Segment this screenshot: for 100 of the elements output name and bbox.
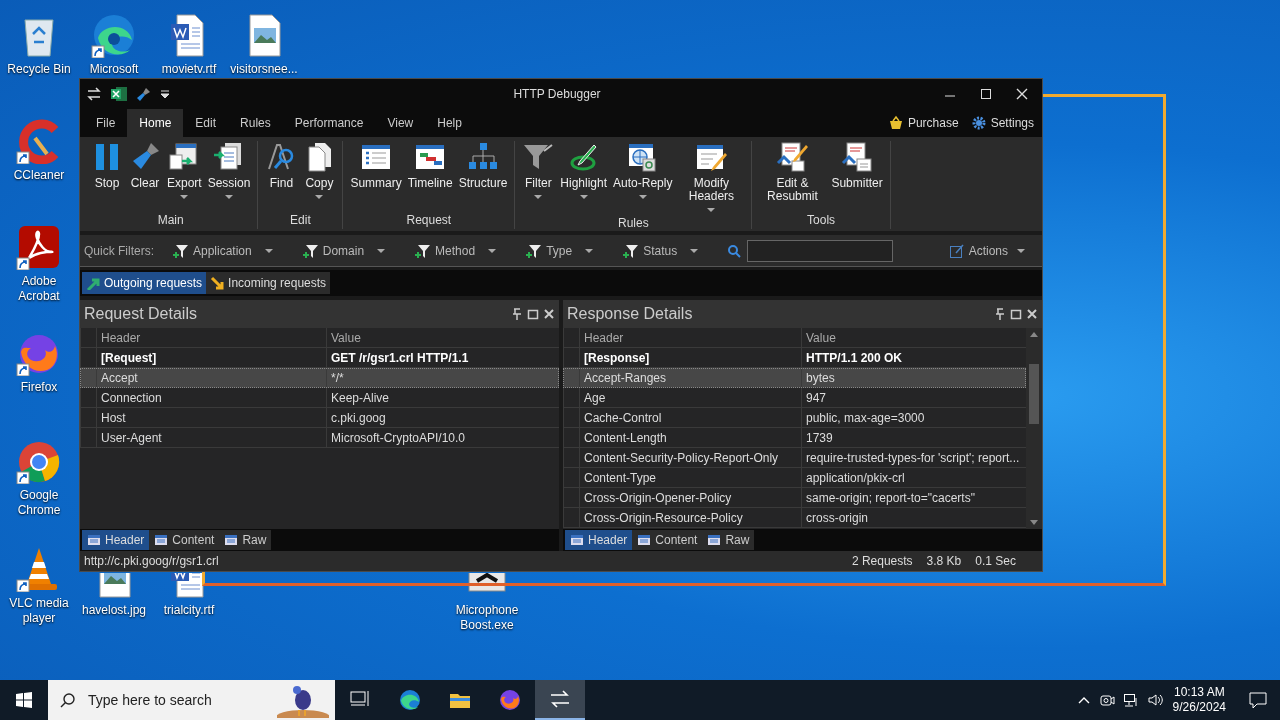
- menu-tab[interactable]: Rules: [228, 109, 283, 137]
- ribbon-button[interactable]: Auto-Reply: [610, 141, 676, 201]
- icon-label[interactable]: havelost.jpg: [81, 603, 146, 618]
- menu-tab[interactable]: Home: [127, 109, 184, 137]
- ribbon-button[interactable]: Session: [204, 141, 254, 201]
- scrollbar[interactable]: [1026, 328, 1042, 529]
- caret-icon: [1016, 246, 1026, 255]
- camera-icon[interactable]: [1098, 692, 1115, 708]
- search-field[interactable]: [747, 239, 894, 262]
- panel-tab[interactable]: Content: [149, 530, 220, 550]
- ribbon-button[interactable]: Highlight: [557, 141, 611, 201]
- caret-icon: [263, 246, 274, 255]
- table-row[interactable]: Content-Type application/pkix-crl: [563, 468, 1026, 488]
- close-icon[interactable]: [1016, 88, 1028, 100]
- swap-arrows-icon[interactable]: [86, 86, 102, 102]
- ribbon-button[interactable]: Summary: [347, 141, 405, 190]
- brush-icon[interactable]: [136, 86, 152, 102]
- table-row[interactable]: Host c.pki.goog: [80, 408, 559, 428]
- table-row[interactable]: Accept */*: [80, 368, 559, 388]
- ribbon-button[interactable]: Export: [164, 141, 205, 201]
- ribbon-button[interactable]: Edit & Resubmit: [756, 141, 829, 203]
- caret-icon: [314, 193, 325, 201]
- filter-dropdown[interactable]: Domain: [301, 241, 387, 260]
- pin-icon[interactable]: [511, 308, 523, 320]
- ribbon-button[interactable]: Filter: [519, 141, 558, 201]
- filter-dropdown[interactable]: Method: [414, 241, 498, 260]
- table-row[interactable]: Cross-Origin-Resource-Policy cross-origin: [563, 508, 1026, 528]
- menu-tab[interactable]: Help: [425, 109, 474, 137]
- table-row[interactable]: Accept-Ranges bytes: [563, 368, 1026, 388]
- volume-icon[interactable]: [1146, 692, 1165, 708]
- filter-dropdown[interactable]: Status: [622, 241, 700, 260]
- ribbon-button[interactable]: Find: [262, 141, 301, 190]
- icon-label[interactable]: Microphone Boost.exe: [448, 603, 526, 633]
- panel-tab[interactable]: Header: [82, 530, 150, 550]
- maximize-icon[interactable]: [1010, 308, 1022, 320]
- filter-dropdown[interactable]: Type: [525, 241, 595, 260]
- table-row[interactable]: User-Agent Microsoft-CryptoAPI/10.0: [80, 428, 559, 448]
- ribbon-button[interactable]: Stop: [88, 141, 126, 190]
- ribbon-button[interactable]: Timeline: [404, 141, 456, 190]
- pin-icon[interactable]: [994, 308, 1006, 320]
- caret-icon[interactable]: [160, 89, 170, 99]
- icon-label[interactable]: Adobe Acrobat: [0, 274, 78, 304]
- ribbon-button[interactable]: Structure: [455, 141, 511, 190]
- icon-label[interactable]: Microsoft: [89, 62, 139, 77]
- menu-tab[interactable]: View: [375, 109, 426, 137]
- menu-tab[interactable]: Edit: [183, 109, 229, 137]
- ribbon-button[interactable]: Modify Headers: [675, 141, 748, 214]
- settings-link[interactable]: Settings: [966, 114, 1038, 132]
- search-box[interactable]: Type here to search: [48, 680, 335, 720]
- icon-label[interactable]: CCleaner: [13, 168, 65, 183]
- table-row[interactable]: Content-Security-Policy-Report-Only require-trusted-types-for 'script'; report...: [563, 448, 1026, 468]
- icon-label[interactable]: visitorsnee...: [230, 62, 298, 77]
- icon-label[interactable]: Recycle Bin: [7, 62, 71, 77]
- spreadsheet-icon[interactable]: [110, 85, 128, 103]
- menu-tab[interactable]: Performance: [282, 109, 376, 137]
- table-row[interactable]: Connection Keep-Alive: [80, 388, 559, 408]
- wave-logo-icon: [398, 688, 422, 712]
- table-row[interactable]: Cache-Control public, max-age=3000: [563, 408, 1026, 428]
- icon-label[interactable]: VLC media player: [0, 596, 78, 626]
- notification-icon[interactable]: [1248, 690, 1268, 710]
- network-icon[interactable]: [1122, 692, 1139, 708]
- panel-tab[interactable]: Raw: [219, 530, 272, 550]
- ribbon-button[interactable]: Submitter: [828, 141, 886, 190]
- caret-icon: [533, 193, 544, 201]
- panel-tab[interactable]: Raw: [702, 530, 755, 550]
- icon-label[interactable]: movietv.rtf: [161, 62, 217, 77]
- close-icon[interactable]: [543, 308, 555, 320]
- actions-dropdown[interactable]: Actions: [948, 241, 1026, 260]
- caret-icon: [179, 193, 190, 201]
- scroll-down-icon[interactable]: [1029, 519, 1039, 527]
- taskbar-app[interactable]: [535, 680, 585, 720]
- request-tab[interactable]: Incoming requests: [206, 272, 331, 294]
- maximize-icon[interactable]: [527, 308, 539, 320]
- panel-tab[interactable]: Content: [632, 530, 703, 550]
- document-arrow-icon: [841, 141, 874, 173]
- close-icon[interactable]: [1026, 308, 1038, 320]
- table-row[interactable]: Cross-Origin-Opener-Policy same-origin; report-to="cacerts": [563, 488, 1026, 508]
- purchase-link[interactable]: Purchase: [883, 114, 963, 132]
- column-header[interactable]: Value: [326, 328, 559, 348]
- search-field[interactable]: Type here to search: [86, 688, 267, 712]
- column-header[interactable]: Header: [96, 328, 326, 348]
- panel-tab[interactable]: Header: [565, 530, 633, 550]
- scrollbar-thumb[interactable]: [1029, 363, 1039, 424]
- scroll-up-icon[interactable]: [1029, 330, 1039, 338]
- edit-document-icon: [776, 141, 809, 173]
- icon-label[interactable]: Firefox: [20, 380, 58, 395]
- maximize-icon[interactable]: [980, 88, 992, 100]
- clock-time[interactable]: 10:13 AM: [1172, 685, 1226, 700]
- icon-label[interactable]: trialcity.rtf: [163, 603, 215, 618]
- ribbon-button[interactable]: Copy: [300, 141, 339, 201]
- ribbon-button[interactable]: Clear: [126, 141, 164, 190]
- menu-tab[interactable]: File: [84, 109, 128, 137]
- request-tab[interactable]: Outgoing requests: [82, 272, 207, 294]
- icon-label[interactable]: Google Chrome: [0, 488, 78, 518]
- clock-date[interactable]: 9/26/2024: [1172, 700, 1226, 715]
- table-row[interactable]: Age 947: [563, 388, 1026, 408]
- column-header[interactable]: Header: [579, 328, 801, 348]
- gear-icon: [970, 115, 987, 131]
- table-row[interactable]: Content-Length 1739: [563, 428, 1026, 448]
- filter-dropdown[interactable]: Application: [172, 241, 274, 260]
